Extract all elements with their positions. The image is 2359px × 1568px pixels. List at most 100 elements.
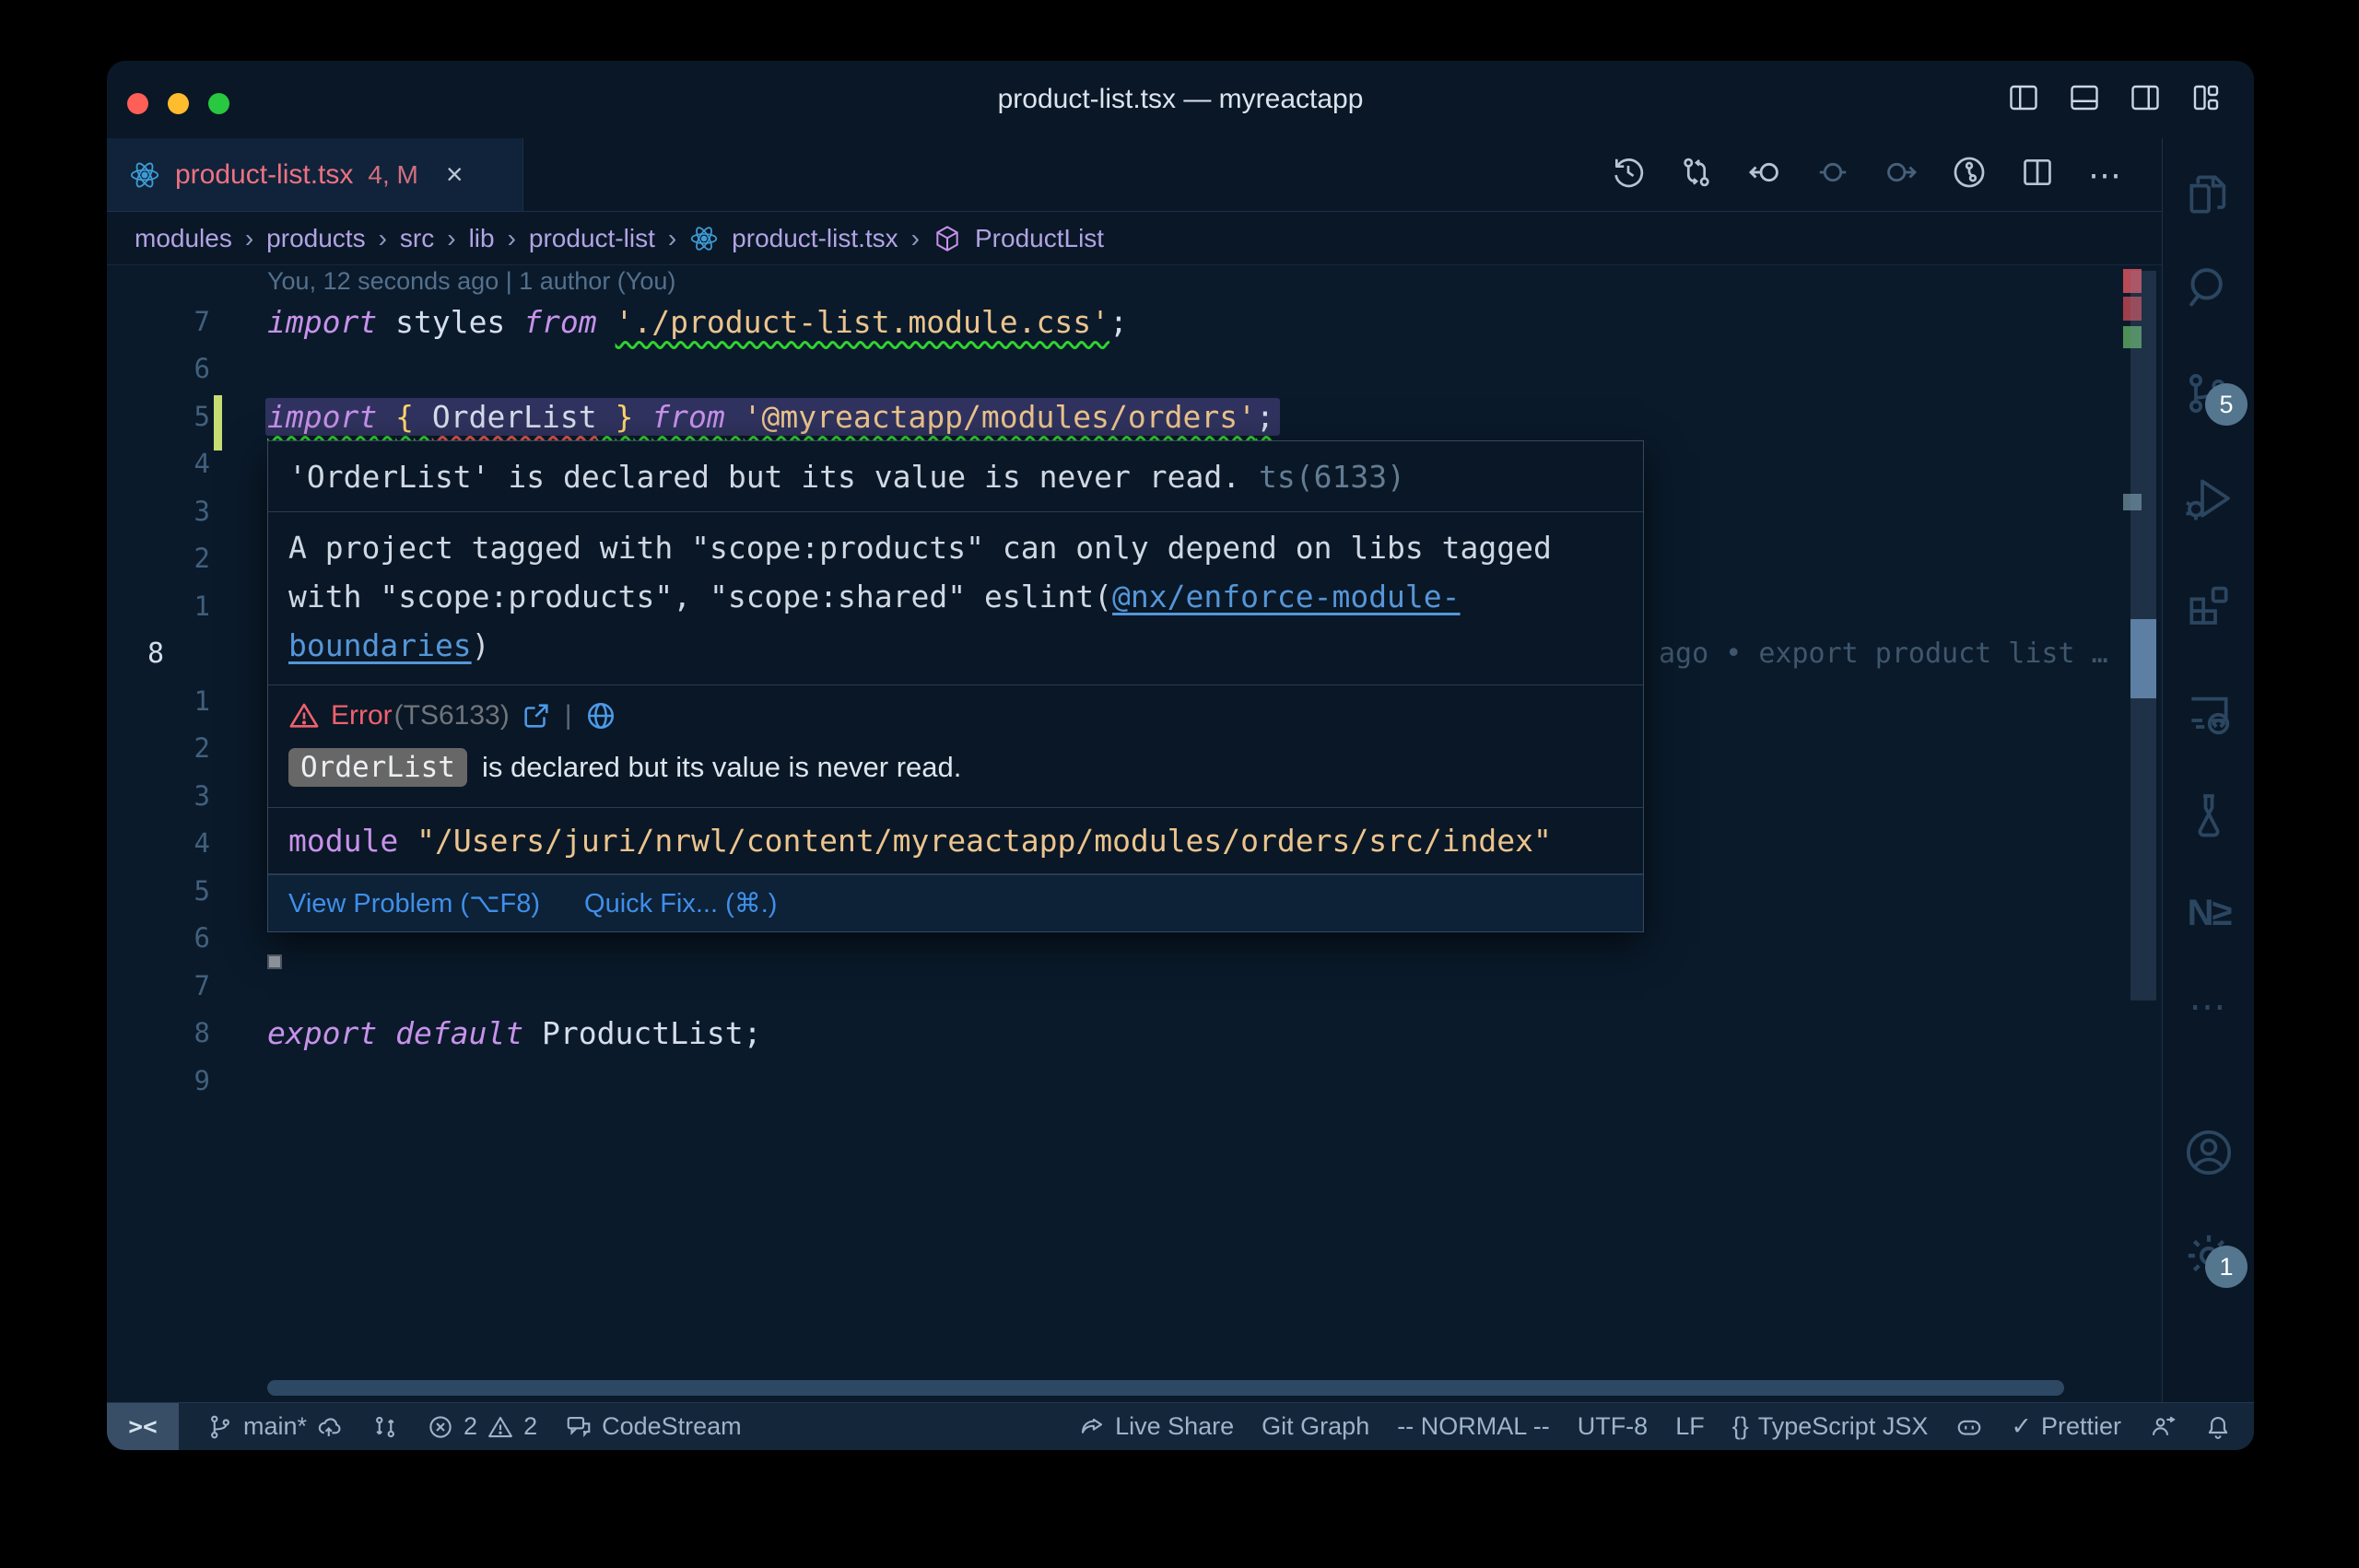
code-line-import-orderlist: import { OrderList } from '@myreactapp/m… bbox=[267, 393, 1280, 440]
remote-indicator[interactable]: >< bbox=[107, 1403, 179, 1451]
source-control-icon[interactable]: 5 bbox=[2163, 361, 2254, 426]
comment-bubbles-icon bbox=[565, 1413, 593, 1441]
branch-icon bbox=[206, 1413, 234, 1441]
additional-views-icon[interactable]: ⋯ bbox=[2163, 975, 2254, 1039]
tab-product-list[interactable]: product-list.tsx 4, M × bbox=[107, 138, 523, 211]
cloud-upload-icon bbox=[316, 1413, 344, 1441]
checkpoint-icon[interactable] bbox=[1815, 155, 1850, 194]
horizontal-scrollbar[interactable] bbox=[267, 1380, 2064, 1396]
tab-close-icon[interactable]: × bbox=[446, 158, 464, 192]
line-number: 7 bbox=[107, 963, 210, 1010]
git-compare-icon[interactable] bbox=[1679, 155, 1714, 194]
line-number: 1 bbox=[107, 583, 210, 630]
vscode-window: product-list.tsx — myreactapp bbox=[107, 61, 2254, 1450]
vertical-scrollbar-thumb[interactable] bbox=[2130, 619, 2156, 698]
tab-problems-badge: 4, M bbox=[368, 160, 417, 190]
encoding-status[interactable]: UTF-8 bbox=[1578, 1412, 1649, 1441]
extensions-icon[interactable] bbox=[2163, 571, 2254, 636]
globe-icon[interactable] bbox=[585, 700, 616, 731]
problems-status[interactable]: 2 2 bbox=[427, 1412, 537, 1441]
warning-triangle-icon bbox=[288, 700, 320, 731]
line-number: 6 bbox=[107, 915, 210, 962]
hover-resize-handle[interactable] bbox=[267, 954, 282, 969]
open-external-icon[interactable] bbox=[521, 700, 552, 731]
remote-explorer-icon[interactable] bbox=[2163, 682, 2254, 746]
codestream-status[interactable]: CodeStream bbox=[565, 1412, 742, 1441]
copilot-icon bbox=[1955, 1413, 1983, 1441]
eslint-rule-link[interactable]: @nx/enforce-module- bbox=[1112, 579, 1461, 614]
breadcrumb-item[interactable]: lib bbox=[469, 224, 495, 253]
warnings-icon bbox=[487, 1413, 514, 1441]
close-window-button[interactable] bbox=[127, 93, 148, 114]
file-history-icon[interactable] bbox=[1611, 155, 1646, 194]
gitlens-compare[interactable] bbox=[371, 1413, 399, 1441]
line-number: 4 bbox=[107, 820, 210, 867]
run-debug-icon[interactable] bbox=[2163, 466, 2254, 531]
line-number: 3 bbox=[107, 773, 210, 820]
copilot-status[interactable] bbox=[1955, 1413, 1983, 1441]
more-actions-icon[interactable]: ⋯ bbox=[2088, 156, 2123, 194]
error-hover-popup: 'OrderList' is declared but its value is… bbox=[267, 440, 1644, 932]
title-bar: product-list.tsx — myreactapp bbox=[107, 61, 2254, 138]
live-share-status[interactable]: Live Share bbox=[1078, 1412, 1234, 1441]
eol-status[interactable]: LF bbox=[1675, 1412, 1705, 1441]
breadcrumb: modules › products › src › lib › product… bbox=[107, 212, 2162, 265]
line-number: 6 bbox=[107, 345, 210, 392]
prettier-status[interactable]: ✓ Prettier bbox=[2011, 1412, 2121, 1441]
gitlens-codelens[interactable]: You, 12 seconds ago | 1 author (You) bbox=[267, 267, 675, 296]
react-file-icon bbox=[129, 159, 160, 191]
hover-module-path: module "/Users/juri/nrwl/content/myreact… bbox=[268, 808, 1643, 874]
symbol-chip: OrderList bbox=[288, 748, 467, 787]
traffic-lights bbox=[127, 93, 229, 114]
minimize-window-button[interactable] bbox=[168, 93, 189, 114]
person-feedback-icon bbox=[2149, 1413, 2177, 1441]
git-graph-view-icon[interactable] bbox=[1952, 155, 1987, 194]
errors-icon bbox=[427, 1413, 454, 1441]
toggle-right-sidebar-icon[interactable] bbox=[2129, 81, 2162, 119]
toggle-left-sidebar-icon[interactable] bbox=[2007, 81, 2040, 119]
hover-error-status-row: Error(TS6133) | bbox=[268, 685, 1643, 737]
source-control-badge: 5 bbox=[2205, 383, 2248, 426]
nx-console-icon[interactable]: N≥ bbox=[2163, 881, 2254, 945]
breadcrumb-item-symbol[interactable]: ProductList bbox=[975, 224, 1104, 253]
eslint-rule-link[interactable]: boundaries bbox=[288, 627, 472, 663]
breadcrumb-item[interactable]: product-list bbox=[529, 224, 655, 253]
navigate-back-icon[interactable] bbox=[1747, 155, 1782, 194]
code-editor[interactable]: You, 12 seconds ago | 1 author (You) 7 6… bbox=[107, 265, 2162, 1402]
line-number: 5 bbox=[107, 393, 210, 440]
notifications-status[interactable] bbox=[2204, 1413, 2232, 1441]
explorer-icon[interactable] bbox=[2163, 162, 2254, 227]
breadcrumb-item[interactable]: products bbox=[266, 224, 365, 253]
line-number: 3 bbox=[107, 488, 210, 535]
tab-bar: product-list.tsx 4, M × bbox=[107, 138, 2162, 212]
breadcrumb-item[interactable]: src bbox=[400, 224, 434, 253]
hover-actions: View Problem (⌥F8) Quick Fix... (⌘.) bbox=[268, 874, 1643, 931]
chevron-right-icon: › bbox=[447, 224, 455, 253]
search-icon[interactable] bbox=[2163, 256, 2254, 321]
current-line-number: 8 bbox=[147, 630, 164, 677]
vim-mode-status[interactable]: -- NORMAL -- bbox=[1397, 1412, 1549, 1441]
quick-fix-button[interactable]: Quick Fix... (⌘.) bbox=[584, 887, 777, 919]
navigate-forward-icon[interactable] bbox=[1884, 155, 1919, 194]
git-graph-status[interactable]: Git Graph bbox=[1262, 1412, 1369, 1441]
view-problem-button[interactable]: View Problem (⌥F8) bbox=[288, 887, 540, 919]
toggle-panel-icon[interactable] bbox=[2068, 81, 2101, 119]
settings-gear-icon[interactable]: 1 bbox=[2163, 1223, 2254, 1288]
check-icon: ✓ bbox=[2011, 1412, 2032, 1441]
chevron-right-icon: › bbox=[508, 224, 516, 253]
customize-layout-icon[interactable] bbox=[2189, 81, 2223, 119]
breadcrumb-item[interactable]: modules bbox=[135, 224, 232, 253]
line-number: 5 bbox=[107, 868, 210, 915]
feedback-status[interactable] bbox=[2149, 1413, 2177, 1441]
line-number: 8 bbox=[107, 1010, 210, 1057]
language-mode-status[interactable]: {} TypeScript JSX bbox=[1732, 1412, 1929, 1441]
git-branch-status[interactable]: main* bbox=[206, 1412, 344, 1441]
zoom-window-button[interactable] bbox=[208, 93, 229, 114]
breadcrumb-item-file[interactable]: product-list.tsx bbox=[732, 224, 898, 253]
hover-eslint-error: A project tagged with "scope:products" c… bbox=[268, 512, 1643, 685]
split-editor-icon[interactable] bbox=[2020, 155, 2055, 194]
accounts-icon[interactable] bbox=[2163, 1120, 2254, 1185]
share-icon bbox=[1078, 1413, 1106, 1441]
symbol-box-icon bbox=[933, 224, 962, 253]
testing-beaker-icon[interactable] bbox=[2163, 783, 2254, 848]
